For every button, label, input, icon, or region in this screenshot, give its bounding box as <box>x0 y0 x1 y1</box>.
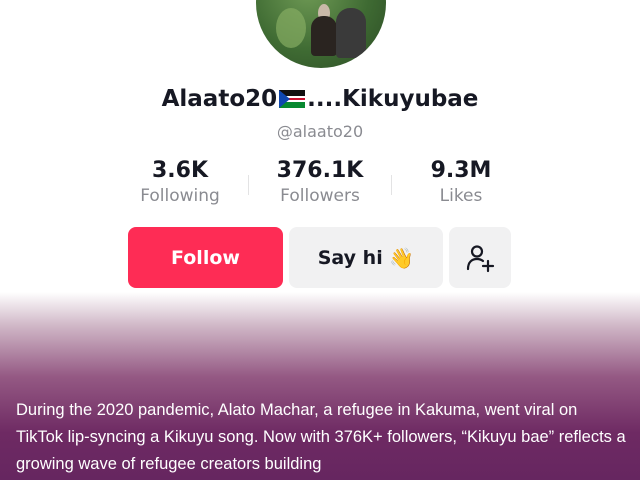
likes-label: Likes <box>439 186 483 206</box>
add-user-icon <box>466 244 495 272</box>
following-label: Following <box>140 186 220 206</box>
display-name-prefix: Alaato20 <box>161 86 278 112</box>
display-name-suffix: ....Kikuyubae <box>307 86 479 112</box>
say-hi-label: Say hi <box>317 246 383 269</box>
profile-avatar[interactable] <box>256 0 386 68</box>
add-friend-button[interactable] <box>449 227 511 288</box>
follow-button[interactable]: Follow <box>128 227 283 288</box>
followers-label: Followers <box>280 186 360 206</box>
likes-count: 9.3M <box>430 158 492 183</box>
caption-text: During the 2020 pandemic, Alato Machar, … <box>16 401 626 473</box>
avatar-foliage <box>276 8 306 48</box>
followers-count: 376.1K <box>276 158 364 183</box>
avatar-figure <box>336 8 366 58</box>
profile-display-name: Alaato20 ....Kikuyubae <box>0 86 640 112</box>
stat-following[interactable]: 3.6K Following <box>110 158 250 206</box>
stat-likes: 9.3M Likes <box>391 158 531 206</box>
waving-hand-icon: 👋 <box>389 245 415 270</box>
avatar-figure <box>311 16 337 56</box>
following-count: 3.6K <box>151 158 209 183</box>
stat-followers[interactable]: 376.1K Followers <box>250 158 390 206</box>
stat-divider <box>248 175 249 195</box>
say-hi-button[interactable]: Say hi 👋 <box>289 227 443 288</box>
profile-handle: @alaato20 <box>276 122 364 141</box>
south-sudan-flag-icon <box>279 90 306 108</box>
